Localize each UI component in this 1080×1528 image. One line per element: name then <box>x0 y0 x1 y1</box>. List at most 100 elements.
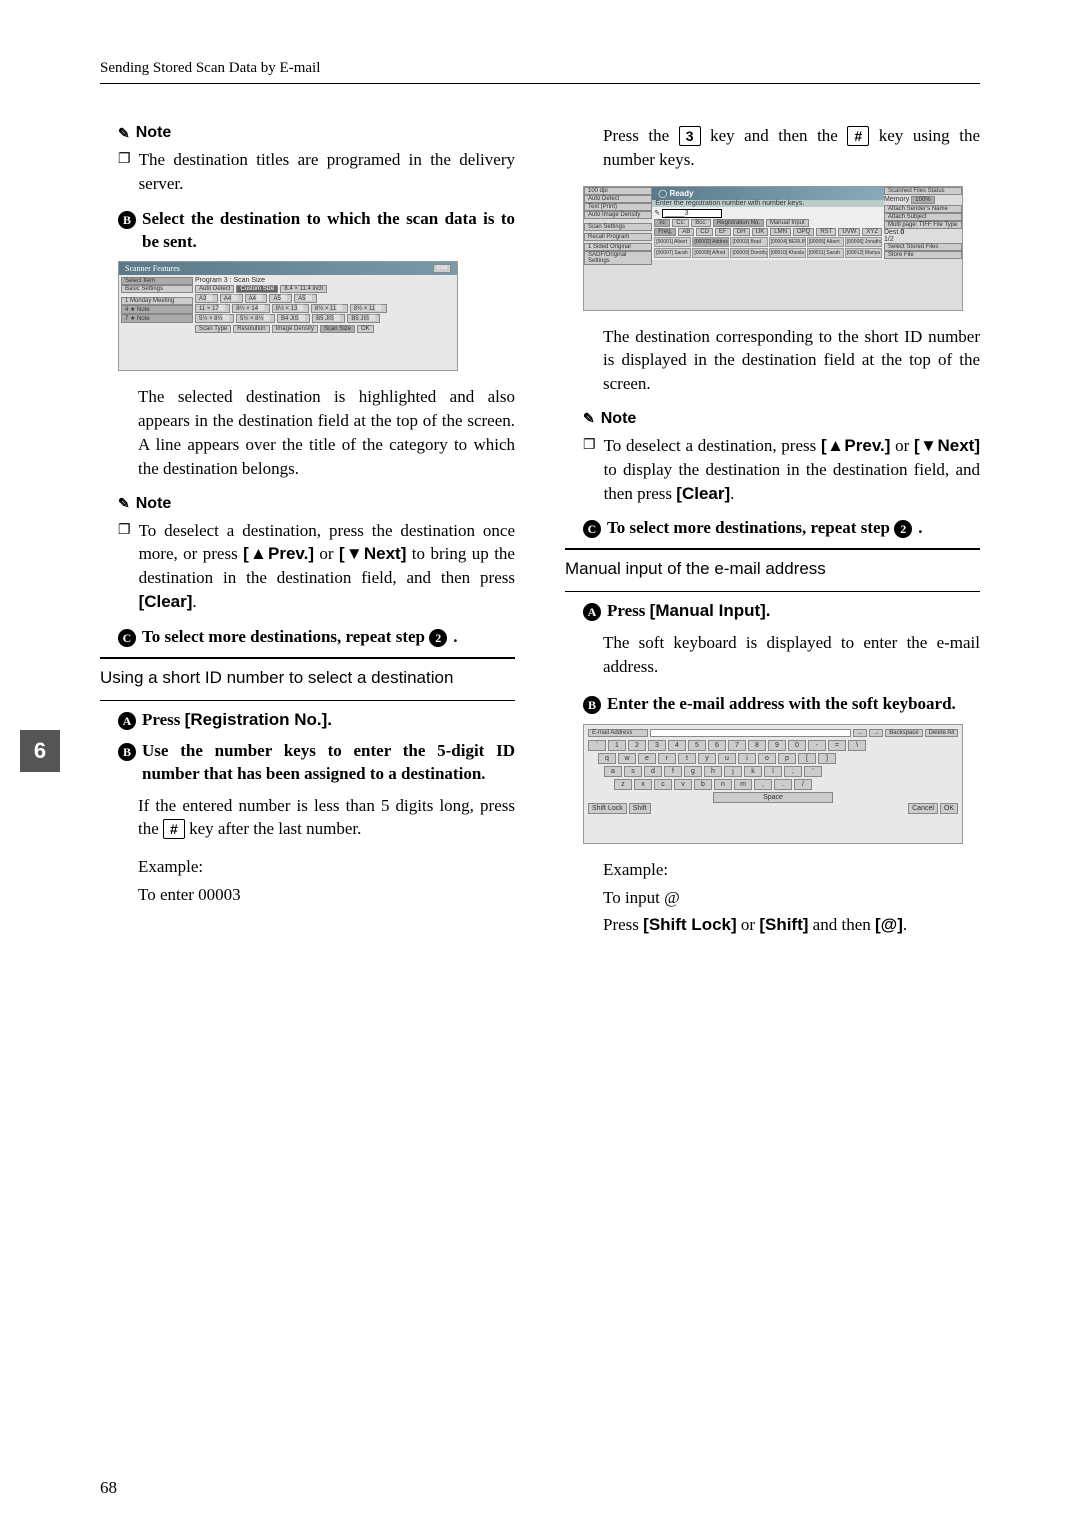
right-note-text: To deselect a destination, press [▲Prev.… <box>604 434 980 505</box>
a2-post: key after the last number. <box>185 819 362 838</box>
ss2-tab: Freq. <box>654 228 676 236</box>
ss2-dest-count: 0 <box>900 229 904 236</box>
ss1-size: 8½ × 11⬜ <box>350 304 387 313</box>
mbody1: The soft keyboard is displayed to enter … <box>603 631 980 679</box>
kb-key: 0 <box>788 740 806 751</box>
kb-key: 9 <box>768 740 786 751</box>
note-label: Note <box>601 410 637 428</box>
header-section-title: Sending Stored Scan Data by E-mail <box>100 60 980 77</box>
divider <box>100 657 515 659</box>
kb-key: \ <box>848 740 866 751</box>
kb-key: u <box>718 753 736 764</box>
ss2-rbtn: Select Stored Files <box>884 243 962 251</box>
ss1-bottom: Image Density <box>272 325 318 333</box>
ss2-mem: Memory <box>884 196 909 204</box>
page-number: 68 <box>100 1478 117 1498</box>
ss2-dest: [00011] Sarah <box>807 248 844 258</box>
kb-key: z <box>614 779 632 790</box>
divider <box>565 548 980 550</box>
ss2-dest: [00008] Alfred <box>692 248 729 258</box>
ss2-tab: CD <box>696 228 713 236</box>
ss2-bcc: Bcc: <box>691 219 711 227</box>
ss3-nav-left: ← <box>853 729 867 737</box>
left-column: ✎ Note ❐ The destination titles are prog… <box>100 124 515 951</box>
ss1-auto-detect: Auto Detect <box>195 285 234 293</box>
ex2-end: . <box>903 915 907 934</box>
ss2-dest: [00010] Khosla <box>769 248 806 258</box>
bullet-marker: ❐ <box>583 434 596 505</box>
right-intro: Press the 3 key and then the # key using… <box>603 124 980 172</box>
step-3-badge: C <box>118 629 136 647</box>
ss1-size: A4⬜ <box>245 294 268 303</box>
mstep-1-text: Press [Manual Input]. <box>607 600 771 623</box>
step-3b-text: To select more destinations, repeat step… <box>607 517 923 540</box>
kb-key: k <box>744 766 762 777</box>
ss1-bottom: Scan Type <box>195 325 231 333</box>
shift-label: [Shift] <box>759 915 808 934</box>
kb-key: 3 <box>648 740 666 751</box>
m1-pre: Press <box>607 601 650 620</box>
ss2-dest: [00006] Jonathan <box>845 237 882 247</box>
kb-key: l <box>764 766 782 777</box>
rnote-mid: or <box>890 436 914 455</box>
kb-key: c <box>654 779 672 790</box>
ex2-pre: Press <box>603 915 643 934</box>
kb-key: = <box>828 740 846 751</box>
ss2-cc: Cc: <box>672 219 689 227</box>
ss1-exit: Exit <box>433 264 451 273</box>
kb-key: w <box>618 753 636 764</box>
ss2-dest: [00009] Dorothy <box>730 248 767 258</box>
ss1-size: 5½ × 8½⬜ <box>236 314 275 323</box>
left-body-1: The selected destination is highlighted … <box>138 385 515 480</box>
ss1-bottom: Resolution <box>233 325 269 333</box>
kb-key: i <box>738 753 756 764</box>
kb-key: 5 <box>688 740 706 751</box>
ss2-recall: Recall Program <box>584 233 652 241</box>
kb-key: m <box>734 779 752 790</box>
kb-key: , <box>754 779 772 790</box>
ss3-delete-all: Delete All <box>925 729 958 737</box>
ss2-manual: Manual Input <box>766 219 809 227</box>
ss2-tab: XYZ <box>862 228 882 236</box>
step-3-text: To select more destinations, repeat step… <box>142 626 458 649</box>
pencil-icon: ✎ <box>583 410 595 427</box>
step-a2-text: Use the number keys to enter the 5-digit… <box>142 740 515 786</box>
kb-key: s <box>624 766 642 777</box>
intro-mid: key and then the <box>701 126 848 145</box>
rnote-pre: To deselect a destination, press <box>604 436 821 455</box>
ss2-dest: [00004] BERLIN OF <box>769 237 806 247</box>
kb-key: t <box>678 753 696 764</box>
bullet-marker: ❐ <box>118 148 131 196</box>
prev-button-label: [▲Prev.] <box>821 436 890 455</box>
ss3-nav-right: → <box>869 729 883 737</box>
kb-key: n <box>714 779 732 790</box>
divider <box>565 591 980 592</box>
shift-lock-label: [Shift Lock] <box>643 915 737 934</box>
ss2-dest-label: Dest. <box>884 229 900 236</box>
r3-post: . <box>918 518 922 537</box>
at-key-label: [@] <box>875 915 903 934</box>
kb-key: f <box>664 766 682 777</box>
rnote-end: . <box>730 484 734 503</box>
right-example-line: To input @ <box>603 886 980 910</box>
kb-key: - <box>808 740 826 751</box>
ss3-title: E-mail Address <box>588 729 648 737</box>
step-a1-text: Press [Registration No.]. <box>142 709 332 732</box>
note1-text: The destination titles are programed in … <box>139 148 515 196</box>
ss1-title: Scanner Features <box>125 264 180 273</box>
ss2-tab: GH <box>733 228 750 236</box>
step-a2-badge: B <box>118 743 136 761</box>
kb-key: ' <box>804 766 822 777</box>
r3-ref: 2 <box>894 520 912 538</box>
kb-key: ] <box>818 753 836 764</box>
clear-button-label: [Clear] <box>139 592 193 611</box>
ex2-mid: or <box>737 915 760 934</box>
prev-button-label: [▲Prev.] <box>243 544 314 563</box>
ss1-size: 8½ × 11⬜ <box>311 304 348 313</box>
subhead-manual: Manual input of the e-mail address <box>565 558 980 581</box>
manual-input-button-label: [Manual Input]. <box>650 601 771 620</box>
hash-key: # <box>163 819 185 839</box>
registration-no-button-label: [Registration No.]. <box>185 710 332 729</box>
ss2-status-sub: Enter the registration number with numbe… <box>652 200 884 207</box>
example-label: Example: <box>138 855 515 879</box>
